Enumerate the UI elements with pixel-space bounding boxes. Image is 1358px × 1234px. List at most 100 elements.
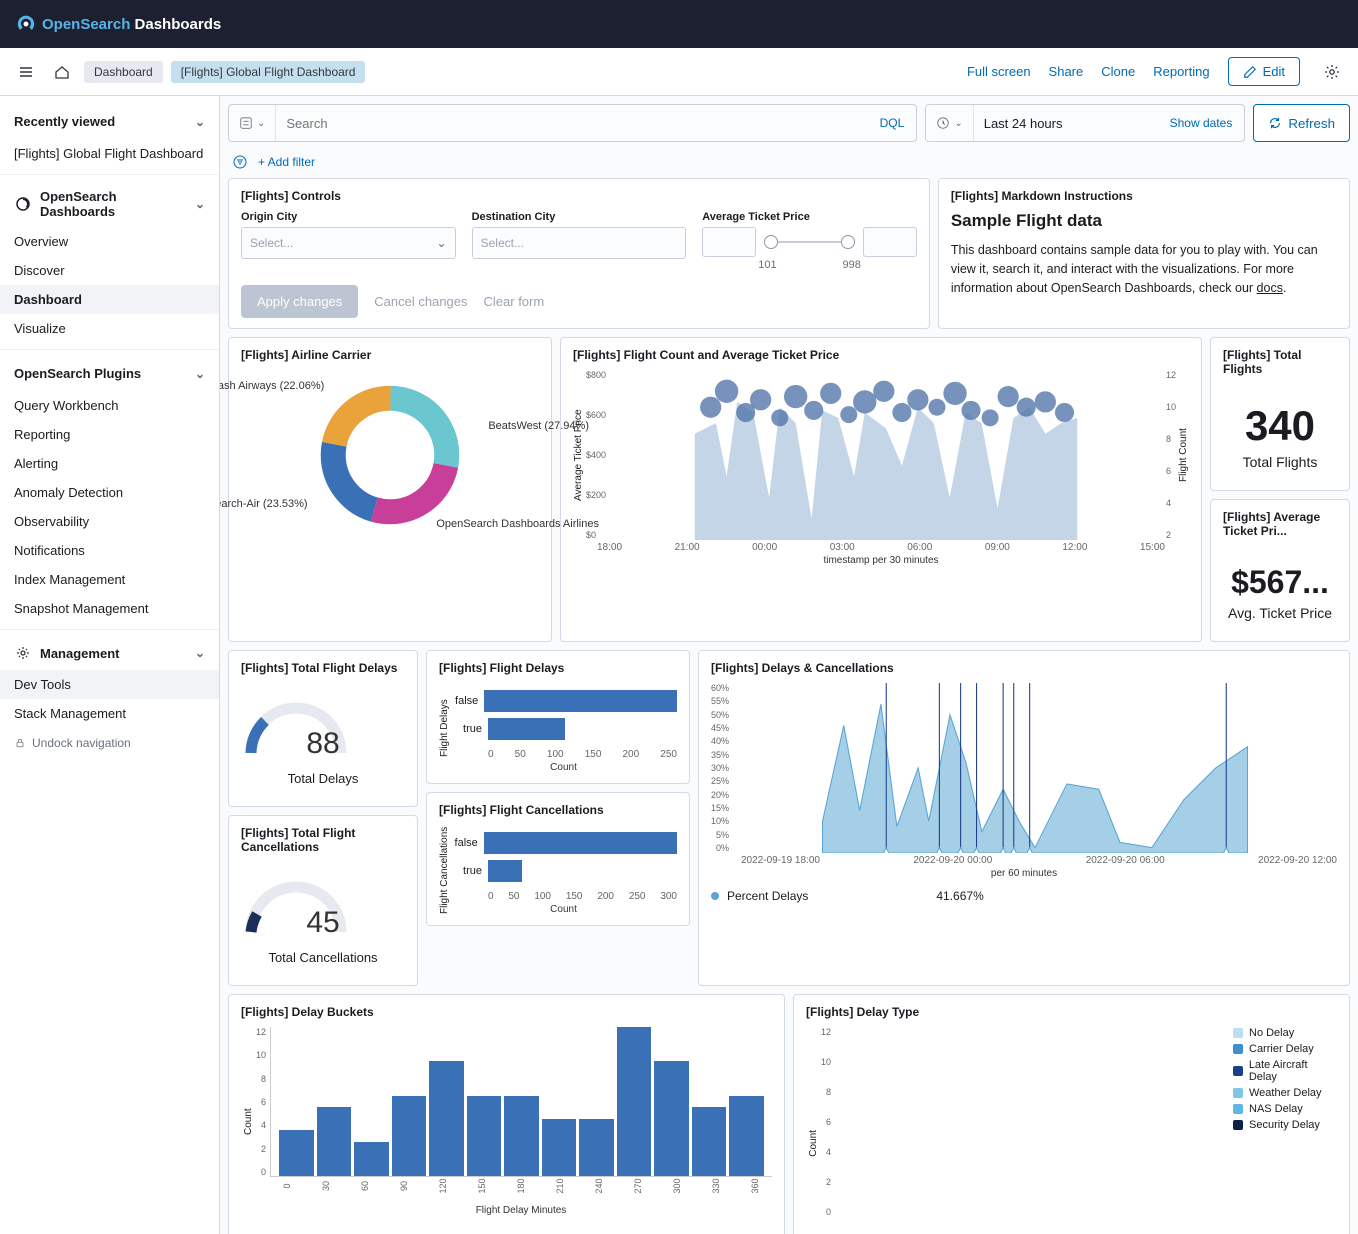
sidebar-item-visualize[interactable]: Visualize: [0, 314, 219, 343]
hbar-chart[interactable]: false true: [450, 825, 677, 889]
opensearch-mini-icon: [14, 195, 32, 213]
panel-title: [Flights] Flight Cancellations: [439, 803, 677, 817]
x-axis-label: per 60 minutes: [711, 868, 1337, 879]
sidebar-item-notifications[interactable]: Notifications: [0, 536, 219, 565]
cancel-changes-button[interactable]: Cancel changes: [374, 294, 467, 309]
sidebar-item-reporting[interactable]: Reporting: [0, 420, 219, 449]
sidebar-section-plugins[interactable]: OpenSearch Plugins ⌄: [0, 356, 219, 391]
y-axis-label: Flight Delays: [439, 683, 450, 773]
origin-city-select[interactable]: Select...⌄: [241, 227, 456, 259]
legend-label: Percent Delays: [727, 889, 808, 903]
range-min-input[interactable]: [702, 227, 756, 257]
sidebar-item-index-mgmt[interactable]: Index Management: [0, 565, 219, 594]
share-link[interactable]: Share: [1049, 64, 1084, 79]
management-label: Management: [40, 646, 119, 661]
time-picker[interactable]: ⌄ Last 24 hours Show dates: [925, 104, 1245, 142]
donut-chart[interactable]: Logstash Airways (22.06%) BeatsWest (27.…: [241, 370, 539, 540]
panel-title: [Flights] Markdown Instructions: [951, 189, 1337, 203]
sidebar-item-discover[interactable]: Discover: [0, 256, 219, 285]
legend-item[interactable]: Security Delay: [1233, 1119, 1337, 1131]
breadcrumb-bar: Dashboard [Flights] Global Flight Dashbo…: [0, 48, 1358, 96]
legend-value: 41.667%: [936, 889, 983, 903]
legend-item[interactable]: Carrier Delay: [1233, 1043, 1337, 1055]
donut-label: Logstash Airways (22.06%): [220, 380, 324, 392]
flight-count-chart[interactable]: [608, 370, 1164, 540]
search-options-icon[interactable]: ⌄: [229, 105, 276, 141]
filter-options-icon[interactable]: [232, 154, 248, 170]
apply-changes-button[interactable]: Apply changes: [241, 285, 358, 318]
lock-icon: [14, 737, 26, 749]
hbar-chart[interactable]: false true: [450, 683, 677, 747]
y-axis-label: Average Ticket Price: [573, 370, 584, 540]
delay-type-chart[interactable]: [835, 1027, 1227, 1234]
add-filter-link[interactable]: + Add filter: [258, 155, 315, 169]
chevron-down-icon: ⌄: [195, 115, 205, 129]
home-button[interactable]: [48, 58, 76, 86]
fullscreen-link[interactable]: Full screen: [967, 64, 1031, 79]
edit-button[interactable]: Edit: [1228, 57, 1300, 86]
settings-button[interactable]: [1318, 58, 1346, 86]
refresh-label: Refresh: [1288, 116, 1335, 131]
sidebar-section-management[interactable]: Management ⌄: [0, 636, 219, 670]
sidebar-item-dashboard[interactable]: Dashboard: [0, 285, 219, 314]
legend-item[interactable]: No Delay: [1233, 1027, 1337, 1039]
dql-toggle[interactable]: DQL: [868, 116, 917, 130]
refresh-button[interactable]: Refresh: [1253, 104, 1350, 142]
legend-swatch: [711, 892, 719, 900]
app-header: OpenSearch Dashboards: [0, 0, 1358, 48]
delays-area-chart[interactable]: [733, 683, 1337, 853]
time-value: Last 24 hours: [974, 116, 1158, 131]
quick-select-icon[interactable]: ⌄: [926, 105, 973, 141]
md-heading: Sample Flight data: [951, 211, 1337, 231]
legend-item[interactable]: Weather Delay: [1233, 1087, 1337, 1099]
panel-flight-cancellations: [Flights] Flight Cancellations Flight Ca…: [426, 792, 690, 926]
sidebar-section-dashboards[interactable]: OpenSearch Dashboards ⌄: [0, 181, 219, 227]
clear-form-button[interactable]: Clear form: [484, 294, 545, 309]
panel-title: [Flights] Delay Type: [806, 1005, 1337, 1019]
sidebar-item-devtools[interactable]: Dev Tools: [0, 670, 219, 699]
dest-city-select[interactable]: Select...: [472, 227, 687, 259]
legend-item[interactable]: Late Aircraft Delay: [1233, 1059, 1337, 1083]
chevron-down-icon: ⌄: [195, 646, 205, 660]
reporting-link[interactable]: Reporting: [1153, 64, 1209, 79]
delay-buckets-chart[interactable]: [270, 1027, 772, 1177]
recent-label: Recently viewed: [14, 114, 115, 129]
panel-title: [Flights] Average Ticket Pri...: [1223, 510, 1337, 538]
search-input[interactable]: [276, 116, 867, 131]
refresh-icon: [1268, 116, 1282, 130]
search-box[interactable]: ⌄ DQL: [228, 104, 917, 142]
panel-title: [Flights] Total Flights: [1223, 348, 1337, 376]
panel-title: [Flights] Airline Carrier: [241, 348, 539, 362]
panel-airline-carrier: [Flights] Airline Carrier Logstash Airwa…: [228, 337, 552, 642]
plugins-label: OpenSearch Plugins: [14, 366, 141, 381]
sidebar-item-overview[interactable]: Overview: [0, 227, 219, 256]
breadcrumb-current[interactable]: [Flights] Global Flight Dashboard: [171, 61, 366, 83]
panel-flight-count: [Flights] Flight Count and Average Ticke…: [560, 337, 1202, 642]
range-max-label: 998: [842, 259, 860, 271]
sidebar-section-recent[interactable]: Recently viewed ⌄: [0, 104, 219, 139]
sidebar-item-observability[interactable]: Observability: [0, 507, 219, 536]
range-slider[interactable]: [764, 230, 855, 254]
sidebar-item-stack-mgmt[interactable]: Stack Management: [0, 699, 219, 728]
x-axis-label: Count: [450, 904, 677, 915]
filter-bar: + Add filter: [228, 150, 1350, 178]
sidebar-item-anomaly[interactable]: Anomaly Detection: [0, 478, 219, 507]
panel-total-delays: [Flights] Total Flight Delays 88 Total D…: [228, 650, 418, 807]
price-label: Average Ticket Price: [702, 211, 917, 223]
panel-markdown: [Flights] Markdown Instructions Sample F…: [938, 178, 1350, 329]
sidebar-recent-item[interactable]: [Flights] Global Flight Dashboard: [0, 139, 219, 168]
clone-link[interactable]: Clone: [1101, 64, 1135, 79]
nav-toggle-button[interactable]: [12, 58, 40, 86]
opensearch-logo-icon: [16, 14, 36, 34]
docs-link[interactable]: docs: [1257, 281, 1283, 295]
range-max-input[interactable]: [863, 227, 917, 257]
sidebar-item-snapshot-mgmt[interactable]: Snapshot Management: [0, 594, 219, 623]
show-dates-link[interactable]: Show dates: [1158, 116, 1245, 130]
legend-item[interactable]: NAS Delay: [1233, 1103, 1337, 1115]
sidebar-item-query-workbench[interactable]: Query Workbench: [0, 391, 219, 420]
undock-nav[interactable]: Undock navigation: [0, 728, 219, 758]
panel-title: [Flights] Flight Count and Average Ticke…: [573, 348, 1189, 362]
sidebar-item-alerting[interactable]: Alerting: [0, 449, 219, 478]
app-logo[interactable]: OpenSearch Dashboards: [16, 14, 221, 34]
breadcrumb-dashboard[interactable]: Dashboard: [84, 61, 163, 83]
